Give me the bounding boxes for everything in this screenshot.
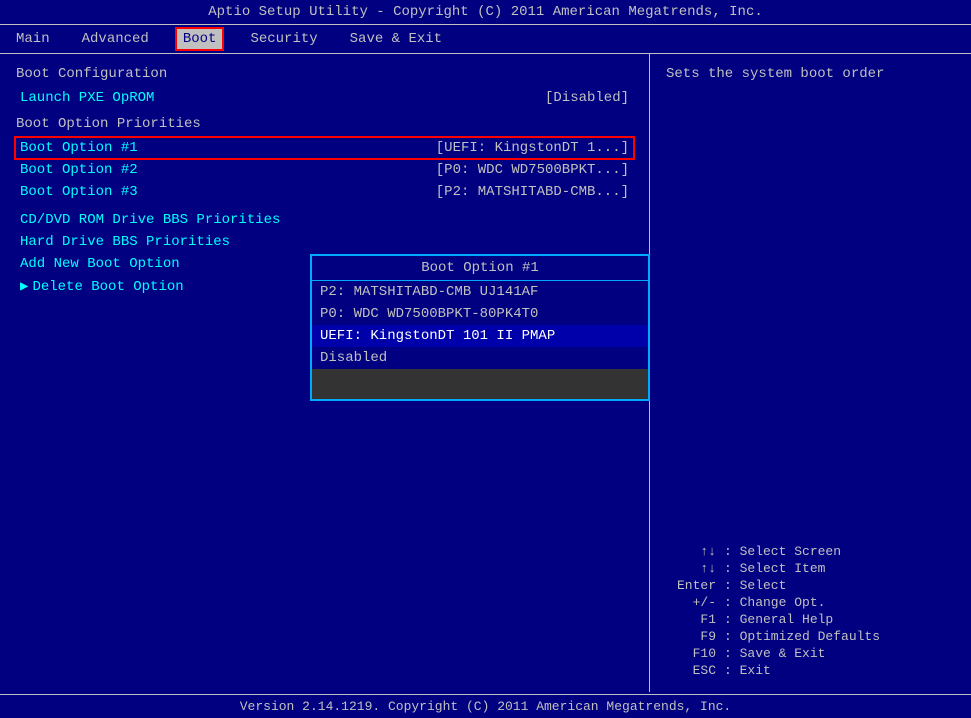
left-panel: Boot Configuration Launch PXE OpROM [Dis…	[0, 54, 650, 692]
menu-link-1[interactable]: Hard Drive BBS Priorities	[16, 232, 633, 252]
shortcut-desc-6: : Save & Exit	[724, 646, 825, 661]
menu-item-security[interactable]: Security	[244, 29, 323, 49]
dropdown-popup: Boot Option #1 P2: MATSHITABD-CMB UJ141A…	[310, 254, 650, 401]
shortcut-desc-5: : Optimized Defaults	[724, 629, 880, 644]
shortcut-row-7: ESC : Exit	[666, 663, 955, 678]
popup-option-0[interactable]: P2: MATSHITABD-CMB UJ141AF	[312, 281, 648, 303]
popup-title: Boot Option #1	[312, 256, 648, 281]
launch-pxe-label: Launch PXE OpROM	[20, 90, 154, 106]
right-panel: Sets the system boot order ↑↓ : Select Sc…	[650, 54, 971, 692]
boot-option-value-1: [UEFI: KingstonDT 1...]	[436, 140, 629, 156]
help-text: Sets the system boot order	[666, 66, 955, 82]
shortcut-key-7: ESC	[666, 663, 716, 678]
menu-item-save-and-exit[interactable]: Save & Exit	[344, 29, 448, 49]
shortcut-key-4: F1	[666, 612, 716, 627]
shortcut-desc-7: : Exit	[724, 663, 771, 678]
menu-link-0[interactable]: CD/DVD ROM Drive BBS Priorities	[16, 210, 633, 230]
menu-link-label-0: CD/DVD ROM Drive BBS Priorities	[20, 212, 280, 228]
shortcut-desc-3: : Change Opt.	[724, 595, 825, 610]
launch-pxe-row[interactable]: Launch PXE OpROM [Disabled]	[16, 88, 633, 108]
popup-options-container: P2: MATSHITABD-CMB UJ141AFP0: WDC WD7500…	[312, 281, 648, 369]
shortcut-row-5: F9 : Optimized Defaults	[666, 629, 955, 644]
arrow-icon: ▶	[20, 278, 28, 295]
title-text: Aptio Setup Utility - Copyright (C) 2011…	[208, 4, 763, 20]
menu-bar: Main Advanced Boot Security Save & Exit	[0, 24, 971, 54]
shortcut-row-1: ↑↓ : Select Item	[666, 561, 955, 576]
shortcut-key-2: Enter	[666, 578, 716, 593]
title-bar: Aptio Setup Utility - Copyright (C) 2011…	[0, 0, 971, 24]
shortcut-desc-1: : Select Item	[724, 561, 825, 576]
boot-option-row-1[interactable]: Boot Option #1 [UEFI: KingstonDT 1...]	[16, 138, 633, 158]
popup-option-3[interactable]: Disabled	[312, 347, 648, 369]
section-title-boot-config: Boot Configuration	[16, 66, 633, 82]
footer: Version 2.14.1219. Copyright (C) 2011 Am…	[0, 694, 971, 718]
menu-item-advanced[interactable]: Advanced	[76, 29, 155, 49]
footer-text: Version 2.14.1219. Copyright (C) 2011 Am…	[240, 699, 731, 714]
shortcut-key-6: F10	[666, 646, 716, 661]
shortcut-row-6: F10 : Save & Exit	[666, 646, 955, 661]
boot-option-row-2[interactable]: Boot Option #2 [P0: WDC WD7500BPKT...]	[16, 160, 633, 180]
boot-option-value-2: [P0: WDC WD7500BPKT...]	[436, 162, 629, 178]
launch-pxe-value: [Disabled]	[545, 90, 629, 106]
shortcut-desc-4: : General Help	[724, 612, 833, 627]
boot-option-label-1: Boot Option #1	[20, 140, 138, 156]
menu-item-boot[interactable]: Boot	[175, 27, 225, 51]
boot-option-row-3[interactable]: Boot Option #3 [P2: MATSHITABD-CMB...]	[16, 182, 633, 202]
shortcut-row-3: +/- : Change Opt.	[666, 595, 955, 610]
shortcut-row-2: Enter : Select	[666, 578, 955, 593]
section-title-boot-priorities: Boot Option Priorities	[16, 116, 633, 132]
menu-item-main[interactable]: Main	[10, 29, 56, 49]
popup-footer	[312, 369, 648, 399]
boot-option-value-3: [P2: MATSHITABD-CMB...]	[436, 184, 629, 200]
shortcut-key-5: F9	[666, 629, 716, 644]
shortcut-key-0: ↑↓	[666, 544, 716, 559]
boot-option-label-3: Boot Option #3	[20, 184, 138, 200]
shortcut-desc-2: : Select	[724, 578, 786, 593]
main-layout: Boot Configuration Launch PXE OpROM [Dis…	[0, 54, 971, 692]
shortcut-desc-0: : Select Screen	[724, 544, 841, 559]
boot-options-container: Boot Option #1[UEFI: KingstonDT 1...]Boo…	[16, 138, 633, 202]
menu-link-label-3: Delete Boot Option	[32, 279, 183, 295]
shortcut-key-3: +/-	[666, 595, 716, 610]
menu-link-label-2: Add New Boot Option	[20, 256, 180, 272]
popup-option-1[interactable]: P0: WDC WD7500BPKT-80PK4T0	[312, 303, 648, 325]
shortcut-row-4: F1 : General Help	[666, 612, 955, 627]
shortcuts: ↑↓ : Select Screen ↑↓ : Select Item Enter : S…	[666, 544, 955, 680]
popup-option-2[interactable]: UEFI: KingstonDT 101 II PMAP	[312, 325, 648, 347]
shortcut-row-0: ↑↓ : Select Screen	[666, 544, 955, 559]
shortcut-key-1: ↑↓	[666, 561, 716, 576]
boot-option-label-2: Boot Option #2	[20, 162, 138, 178]
menu-link-label-1: Hard Drive BBS Priorities	[20, 234, 230, 250]
